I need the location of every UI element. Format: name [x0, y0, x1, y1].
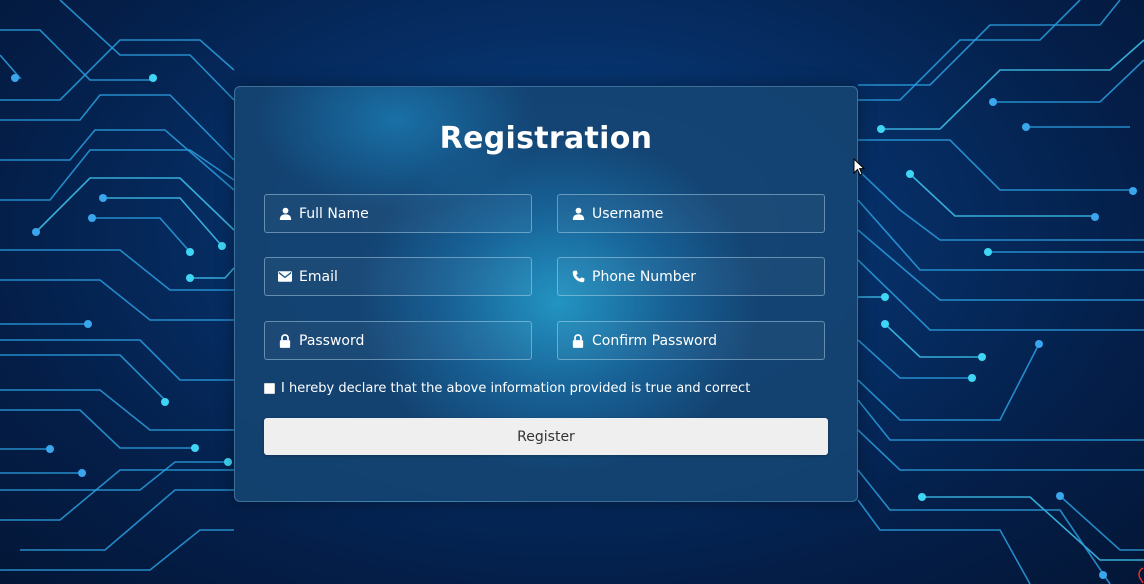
full-name-field[interactable]	[264, 194, 532, 233]
corner-mark-icon	[1138, 567, 1144, 584]
email-field[interactable]	[264, 257, 532, 296]
envelope-icon	[278, 270, 292, 284]
email-input[interactable]	[299, 258, 531, 295]
register-button[interactable]: Register	[264, 418, 828, 455]
username-input[interactable]	[592, 195, 824, 232]
person-icon	[278, 207, 292, 221]
confirm-password-field[interactable]	[557, 321, 825, 360]
username-field[interactable]	[557, 194, 825, 233]
mouse-cursor-icon	[853, 158, 865, 176]
registration-card: Registration Full Name Username Email Ph…	[234, 86, 858, 502]
lock-icon	[571, 333, 585, 348]
lock-icon	[278, 333, 292, 348]
person-icon	[571, 207, 585, 221]
confirm-password-input[interactable]	[592, 322, 824, 359]
form-title: Registration	[439, 121, 653, 156]
declaration-checkbox[interactable]	[264, 383, 275, 394]
phone-number-field[interactable]	[557, 257, 825, 296]
phone-icon	[571, 270, 585, 284]
full-name-input[interactable]	[299, 195, 531, 232]
declaration-row[interactable]: I hereby declare that the above informat…	[264, 381, 750, 396]
password-field[interactable]	[264, 321, 532, 360]
declaration-label: I hereby declare that the above informat…	[281, 381, 751, 396]
phone-number-input[interactable]	[592, 258, 824, 295]
password-input[interactable]	[299, 322, 531, 359]
